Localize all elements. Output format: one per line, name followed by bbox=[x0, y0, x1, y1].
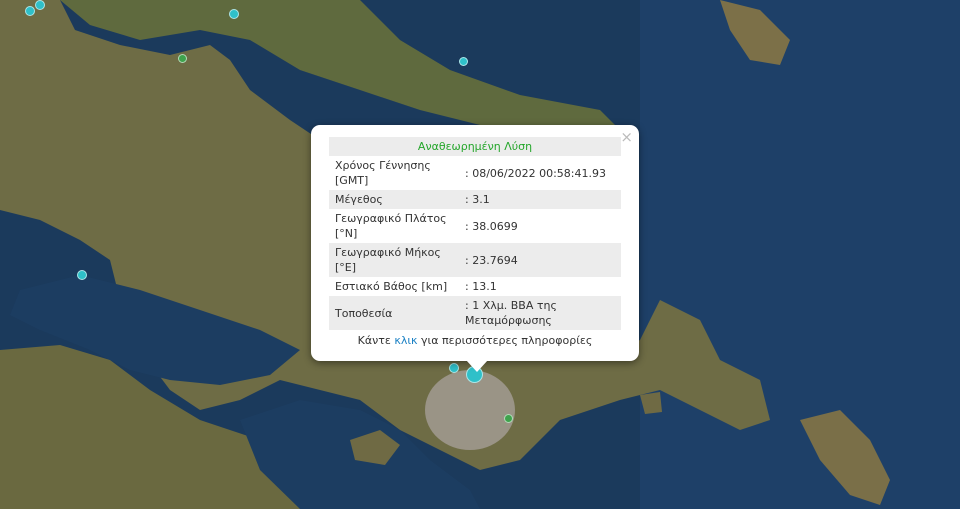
more-info-prefix: Κάντε bbox=[357, 334, 395, 347]
more-info-link[interactable]: κλικ bbox=[394, 334, 417, 347]
quake-marker-cyan[interactable] bbox=[459, 57, 468, 66]
info-row: Εστιακό Βάθος [km] : 13.1 bbox=[329, 277, 621, 296]
row-label: Χρόνος Γέννησης [GMT] bbox=[335, 159, 431, 187]
row-value: : 38.0699 bbox=[465, 219, 518, 233]
more-info-suffix: για περισσότερες πληροφορίες bbox=[417, 334, 593, 347]
row-label: Γεωγραφικό Πλάτος [°N] bbox=[335, 212, 447, 240]
quake-marker-cyan[interactable] bbox=[449, 363, 459, 373]
row-value: : 13.1 bbox=[465, 280, 497, 293]
row-label: Γεωγραφικό Μήκος [°E] bbox=[329, 243, 459, 277]
info-table: Αναθεωρημένη Λύση Χρόνος Γέννησης [GMT]:… bbox=[329, 137, 621, 330]
info-row: Τοποθεσία: 1 Χλμ. ΒΒΑ της Μεταμόρφωσης bbox=[329, 296, 621, 330]
quake-marker-green[interactable] bbox=[178, 54, 187, 63]
row-value: : 3.1 bbox=[459, 190, 621, 209]
quake-marker-cyan[interactable] bbox=[35, 0, 45, 10]
quake-marker-green[interactable] bbox=[504, 414, 513, 423]
row-label: Τοποθεσία bbox=[329, 296, 459, 330]
row-value: : 1 Χλμ. ΒΒΑ της Μεταμόρφωσης bbox=[459, 296, 621, 330]
row-value: : 08/06/2022 00:58:41.93 bbox=[465, 166, 606, 180]
info-row: Χρόνος Γέννησης [GMT] : 08/06/2022 00:58:… bbox=[329, 156, 621, 190]
close-icon[interactable]: × bbox=[620, 128, 633, 146]
info-row: Γεωγραφικό Μήκος [°E]: 23.7694 bbox=[329, 243, 621, 277]
quake-marker-cyan[interactable] bbox=[229, 9, 239, 19]
row-value: : 23.7694 bbox=[459, 243, 621, 277]
popup-title: Αναθεωρημένη Λύση bbox=[329, 137, 621, 156]
aegean-sea bbox=[640, 0, 960, 509]
quake-marker-cyan[interactable] bbox=[25, 6, 35, 16]
info-row: Γεωγραφικό Πλάτος [°N] : 38.0699 bbox=[329, 209, 621, 243]
earthquake-info-popup: × Αναθεωρημένη Λύση Χρόνος Γέννησης [GMT… bbox=[311, 125, 639, 372]
info-row: Μέγεθος: 3.1 bbox=[329, 190, 621, 209]
more-info-line: Κάντε κλικ για περισσότερες πληροφορίες bbox=[329, 334, 621, 347]
row-label: Μέγεθος bbox=[329, 190, 459, 209]
quake-marker-cyan[interactable] bbox=[77, 270, 87, 280]
row-label: Εστιακό Βάθος [km] bbox=[335, 280, 448, 293]
